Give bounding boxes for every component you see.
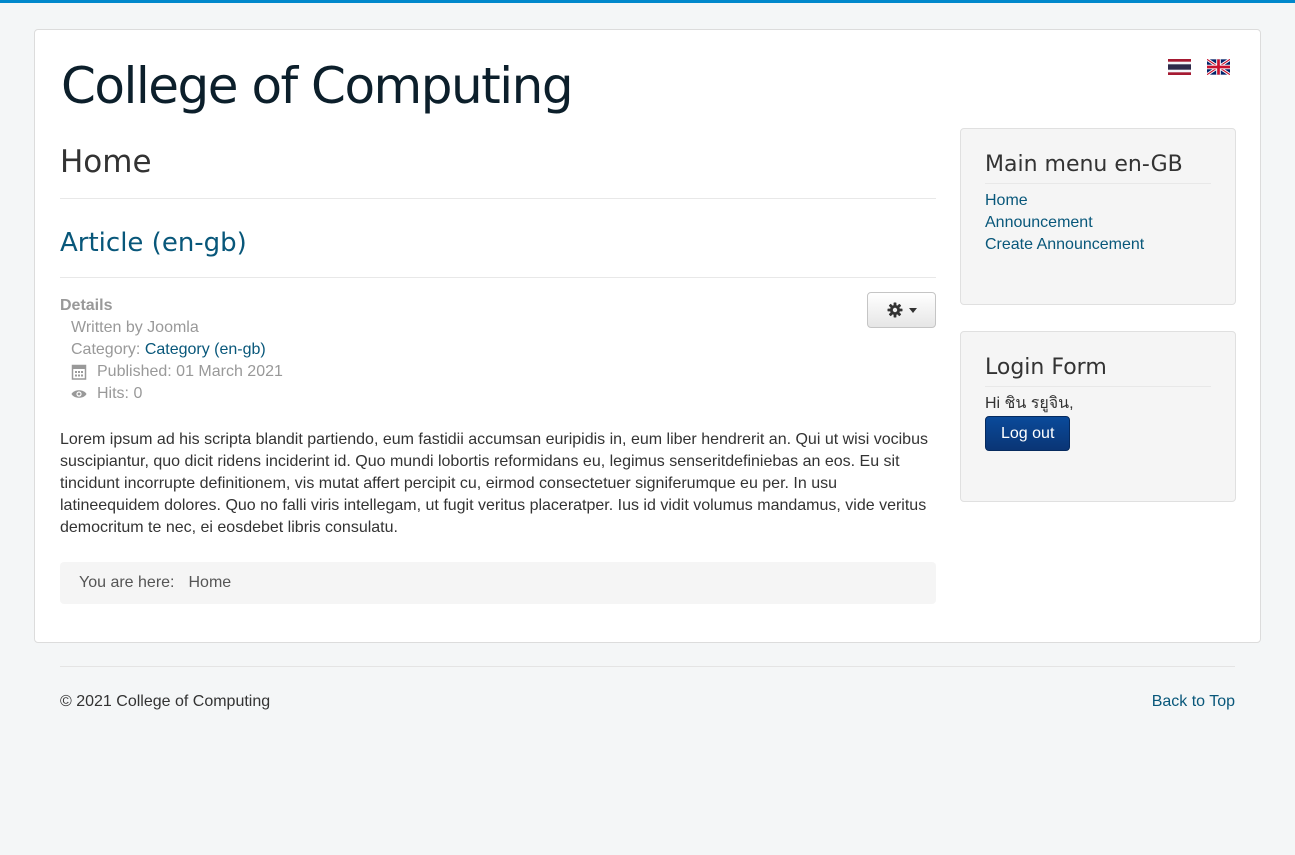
site-title[interactable]: College of Computing [61,56,574,116]
back-to-top-link[interactable]: Back to Top [1152,691,1235,713]
content-panel: College of Computing Home Article (en-gb… [34,29,1261,643]
menu-link-create-announcement[interactable]: Create Announcement [985,236,1144,253]
hits-info: Hits: 0 [71,383,936,405]
page-heading: Home [60,128,936,199]
footer-copyright: © 2021 College of Computing [60,693,271,710]
article-info: Details Written by Joomla Category: Cate… [60,292,936,405]
article-details: Details Written by Joomla Category: Cate… [60,295,936,405]
language-switcher [1168,59,1230,75]
main-menu-list: Home Announcement Create Announcement [985,190,1211,256]
footer-divider [60,666,1235,667]
menu-link-home[interactable]: Home [985,192,1028,209]
article-title-link[interactable]: Article (en-gb) [60,228,247,258]
logout-button[interactable]: Log out [985,416,1071,451]
article-options-button[interactable] [867,292,936,328]
calendar-icon [71,364,87,380]
uk-flag-icon[interactable] [1207,59,1230,75]
login-form-module: Login Form Hi ชิน รยูจิน, Log out [960,331,1236,502]
thai-flag-icon[interactable] [1168,59,1191,75]
category-label: Category: [71,341,145,358]
breadcrumb-current: Home [188,574,232,591]
breadcrumb-label: You are here: [79,574,175,591]
sidebar: Main menu en-GB Home Announcement Create… [960,128,1236,528]
menu-item-announcement: Announcement [985,212,1211,234]
author-info: Written by Joomla [71,319,199,336]
main-content: Home Article (en-gb) Details Written by … [60,128,936,604]
category-info: Category: Category (en-gb) [71,339,936,361]
published-info: Published: 01 March 2021 [71,361,936,383]
chevron-down-icon [908,307,917,313]
main-menu-module: Main menu en-GB Home Announcement Create… [960,128,1236,305]
category-link[interactable]: Category (en-gb) [145,339,266,361]
hits-count: Hits: 0 [97,385,143,402]
gear-icon [887,302,902,318]
menu-item-home: Home [985,190,1211,212]
published-date: Published: 01 March 2021 [97,363,283,380]
details-heading: Details [60,297,113,314]
article-title: Article (en-gb) [60,199,936,278]
login-form-title: Login Form [985,352,1211,387]
breadcrumb: You are here: Home [60,562,936,604]
main-menu-title: Main menu en-GB [985,149,1211,184]
menu-item-create-announcement: Create Announcement [985,234,1211,256]
eye-icon [71,388,87,400]
login-greeting: Hi ชิน รยูจิน, [985,395,1074,412]
menu-link-announcement[interactable]: Announcement [985,214,1093,231]
article-body: Lorem ipsum ad his scripta blandit parti… [60,431,928,536]
